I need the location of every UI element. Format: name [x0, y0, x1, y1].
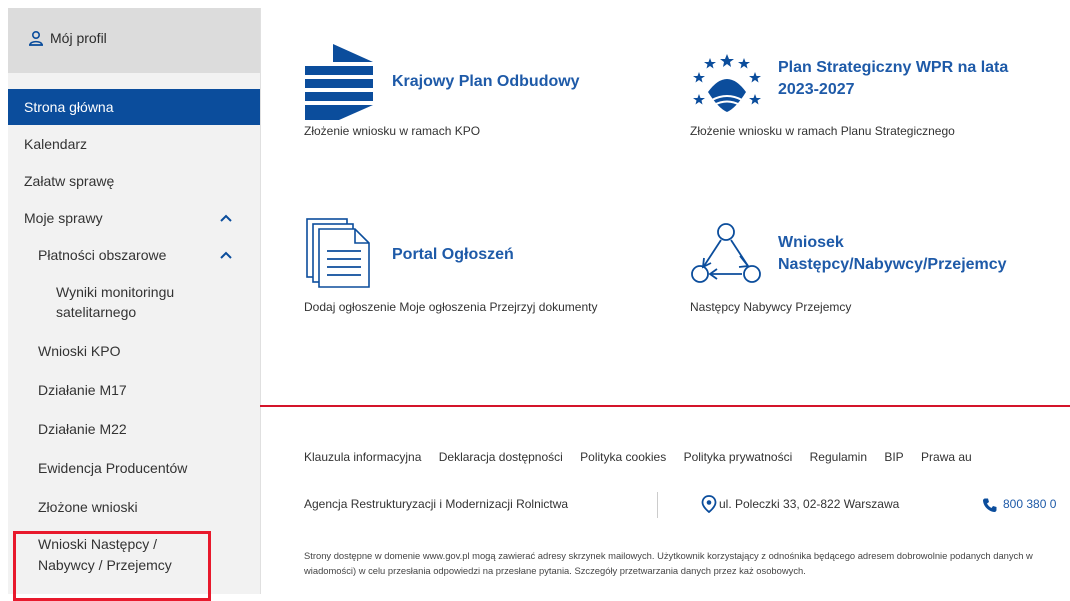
sidebar-item-m22[interactable]: Działanie M22 [8, 409, 260, 448]
sidebar-nav: Strona główna Kalendarz Załatw sprawę Mo… [8, 73, 260, 584]
sidebar-item-label: Płatności obszarowe [38, 246, 167, 263]
footer-link[interactable]: BIP [884, 450, 903, 464]
sidebar-item-home[interactable]: Strona główna [8, 89, 260, 125]
user-icon [29, 30, 43, 46]
sidebar-item-label: Strona główna [24, 99, 114, 115]
footer-separator [657, 492, 658, 518]
chevron-up-icon[interactable] [220, 214, 232, 222]
sidebar-item-label: Działanie M22 [38, 420, 127, 437]
footer-address: ul. Poleczki 33, 02-822 Warszawa [719, 497, 900, 511]
profile-link[interactable]: Mój profil [8, 8, 260, 73]
footer-link[interactable]: Klauzula informacyjna [304, 450, 421, 464]
sidebar: Mój profil Strona główna Kalendarz Załat… [8, 8, 261, 594]
sidebar-item-label: Wnioski KPO [38, 342, 121, 359]
cycle-arrows-icon [691, 223, 761, 283]
chevron-up-icon[interactable] [220, 251, 232, 259]
sidebar-item-area-payments[interactable]: Płatności obszarowe [8, 236, 260, 273]
sidebar-item-m17[interactable]: Działanie M17 [8, 370, 260, 409]
sidebar-item-handle-matter[interactable]: Załatw sprawę [8, 162, 260, 199]
sidebar-item-submitted-applications[interactable]: Złożone wnioski [8, 487, 260, 526]
profile-label: Mój profil [50, 30, 107, 46]
sidebar-item-label: Wyniki monitoringu satelitarnego [56, 284, 175, 320]
footer-agency: Agencja Restrukturyzacji i Modernizacji … [304, 497, 569, 511]
sidebar-item-label: Działanie M17 [38, 381, 127, 398]
footer-links: Klauzula informacyjna Deklaracja dostępn… [304, 450, 986, 464]
footer-divider [260, 405, 1070, 407]
sidebar-item-successor-applications[interactable]: Wnioski Następcy / Nabywcy / Przejemcy [8, 526, 260, 584]
tile-wpr-desc: Złożenie wniosku w ramach Planu Strategi… [690, 124, 955, 138]
sidebar-item-producer-registry[interactable]: Ewidencja Producentów [8, 448, 260, 487]
documents-icon [306, 218, 370, 288]
footer-link[interactable]: Polityka cookies [580, 450, 666, 464]
footer-link[interactable]: Polityka prywatności [684, 450, 793, 464]
tile-kpo-title[interactable]: Krajowy Plan Odbudowy [392, 71, 580, 93]
sidebar-item-label: Kalendarz [24, 135, 88, 152]
sidebar-item-label: Wnioski Następcy / Nabywcy / Przejemcy [38, 536, 172, 573]
tile-portal-desc: Dodaj ogłoszenie Moje ogłoszenia Przejrz… [304, 300, 598, 314]
sidebar-item-my-matters[interactable]: Moje sprawy [8, 199, 260, 236]
sidebar-item-label: Złożone wnioski [38, 498, 138, 515]
footer-notice: Strony dostępne w domenie www.gov.pl mog… [304, 550, 1033, 576]
footer-link[interactable]: Deklaracja dostępności [439, 450, 563, 464]
wpr-logo-icon [693, 54, 761, 112]
location-pin-icon [701, 495, 717, 513]
tile-wniosek-desc: Następcy Nabywcy Przejemcy [690, 300, 852, 314]
footer-phone[interactable]: 800 380 0 [1003, 497, 1056, 511]
sidebar-item-satellite-monitoring[interactable]: Wyniki monitoringu satelitarnego [8, 273, 260, 331]
tile-wniosek-title[interactable]: Wniosek Następcy/Nabywcy/Przejemcy [778, 232, 1048, 276]
sidebar-item-label: Moje sprawy [24, 209, 103, 226]
sidebar-item-kpo-applications[interactable]: Wnioski KPO [8, 331, 260, 370]
sidebar-item-calendar[interactable]: Kalendarz [8, 125, 260, 162]
footer-link[interactable]: Prawa au [921, 450, 972, 464]
phone-icon [983, 498, 997, 512]
tile-kpo-desc: Złożenie wniosku w ramach KPO [304, 124, 481, 138]
kpo-logo-icon [305, 44, 373, 120]
sidebar-item-label: Ewidencja Producentów [38, 459, 188, 476]
footer-link[interactable]: Regulamin [810, 450, 867, 464]
tile-wpr-title[interactable]: Plan Strategiczny WPR na lata 2023-2027 [778, 57, 1048, 101]
sidebar-item-label: Załatw sprawę [24, 172, 115, 189]
tile-portal-title[interactable]: Portal Ogłoszeń [392, 244, 514, 266]
